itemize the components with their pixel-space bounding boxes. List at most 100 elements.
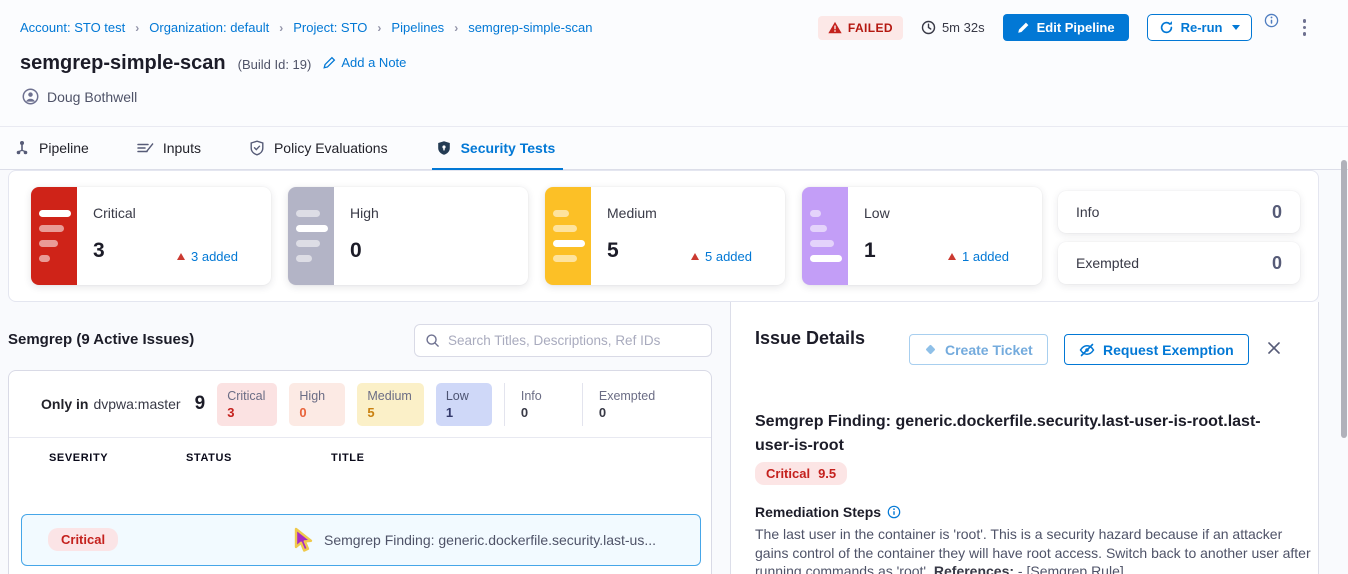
- author-name: Doug Bothwell: [47, 89, 137, 105]
- row-severity-badge: Critical: [48, 528, 118, 551]
- delta-up-triangle-icon: [948, 253, 956, 260]
- severity-card-medium[interactable]: Medium 5 5 added: [545, 187, 785, 285]
- chevron-down-icon: [1232, 25, 1240, 30]
- delta-label: 3 added: [191, 249, 238, 264]
- breadcrumb-chevron-icon: ›: [279, 21, 283, 35]
- inputs-icon: [137, 140, 154, 156]
- vertical-scrollbar[interactable]: [1341, 160, 1347, 438]
- security-shield-icon: [436, 140, 452, 156]
- tab-security-tests-label: Security Tests: [461, 140, 556, 156]
- scope-target: dvpwa:master: [93, 396, 180, 412]
- references-label: References:: [934, 563, 1014, 574]
- severity-card-label: Medium: [607, 205, 657, 221]
- high-severity-bars-icon: [288, 187, 334, 285]
- delta-up-triangle-icon: [177, 253, 185, 260]
- column-header-status: STATUS: [186, 452, 232, 464]
- column-header-title: TITLE: [331, 452, 365, 464]
- table-row[interactable]: Critical Semgrep Finding: generic.docker…: [21, 514, 701, 566]
- filter-chip-exempted[interactable]: Exempted 0: [582, 383, 667, 426]
- breadcrumb-chevron-icon: ›: [135, 21, 139, 35]
- more-options-kebab-icon[interactable]: [1297, 15, 1313, 40]
- tab-inputs-label: Inputs: [163, 140, 201, 156]
- diamond-icon: [924, 343, 937, 356]
- breadcrumb: Account: STO test › Organization: defaul…: [20, 20, 592, 35]
- pipeline-icon: [14, 140, 30, 156]
- breadcrumb-current-pipeline[interactable]: semgrep-simple-scan: [468, 20, 592, 35]
- tab-inputs[interactable]: Inputs: [137, 127, 201, 169]
- severity-score-badge: Critical 9.5: [755, 462, 847, 485]
- create-ticket-button[interactable]: Create Ticket: [909, 334, 1048, 365]
- chip-value: 0: [299, 405, 333, 420]
- info-icon[interactable]: [887, 505, 901, 519]
- issues-filter-row: Only in dvpwa:master 9 Critical 3 High 0…: [9, 371, 711, 437]
- rerun-button[interactable]: Re-run: [1147, 14, 1252, 41]
- filter-chip-info[interactable]: Info 0: [504, 383, 574, 426]
- delta-label: 1 added: [962, 249, 1009, 264]
- severity-card-low[interactable]: Low 1 1 added: [802, 187, 1042, 285]
- filter-chip-medium[interactable]: Medium 5: [357, 383, 423, 426]
- finding-title: Semgrep Finding: generic.dockerfile.secu…: [755, 410, 1287, 458]
- filter-chip-critical[interactable]: Critical 3: [217, 383, 277, 426]
- severity-card-delta: 5 added: [691, 249, 752, 264]
- stat-card-exempted[interactable]: Exempted 0: [1058, 242, 1300, 284]
- search-icon: [425, 333, 440, 348]
- breadcrumb-chevron-icon: ›: [454, 21, 458, 35]
- remediation-heading-label: Remediation Steps: [755, 504, 881, 520]
- delta-up-triangle-icon: [691, 253, 699, 260]
- breadcrumb-pipelines[interactable]: Pipelines: [391, 20, 444, 35]
- severity-card-critical[interactable]: Critical 3 3 added: [31, 187, 271, 285]
- breadcrumb-project[interactable]: Project: STO: [293, 20, 367, 35]
- tab-policy-evaluations-label: Policy Evaluations: [274, 140, 388, 156]
- tab-pipeline[interactable]: Pipeline: [14, 127, 89, 169]
- severity-card-value: 0: [350, 239, 362, 263]
- chip-label: Low: [446, 389, 480, 403]
- breadcrumb-organization[interactable]: Organization: default: [149, 20, 269, 35]
- tab-bar: Pipeline Inputs Policy Evaluations Secur…: [0, 126, 1348, 170]
- scope-prefix: Only in: [41, 396, 88, 412]
- issues-search[interactable]: [414, 324, 712, 357]
- search-input[interactable]: [448, 333, 701, 348]
- chip-label: Info: [521, 389, 562, 403]
- filter-chip-high[interactable]: High 0: [289, 383, 345, 426]
- rerun-label: Re-run: [1181, 20, 1223, 35]
- policy-shield-check-icon: [249, 140, 265, 156]
- severity-card-high[interactable]: High 0: [288, 187, 528, 285]
- severity-score-value: 9.5: [818, 466, 836, 481]
- add-note-label: Add a Note: [341, 55, 406, 70]
- stat-card-info[interactable]: Info 0: [1058, 191, 1300, 233]
- edit-pipeline-button[interactable]: Edit Pipeline: [1003, 14, 1129, 41]
- breadcrumb-chevron-icon: ›: [377, 21, 381, 35]
- page-header: Account: STO test › Organization: defaul…: [0, 0, 1348, 126]
- request-exemption-button[interactable]: Request Exemption: [1064, 334, 1249, 365]
- column-header-severity: SEVERITY: [49, 452, 108, 464]
- scope-total-count: 9: [195, 393, 206, 415]
- low-severity-bars-icon: [802, 187, 848, 285]
- edit-pipeline-label: Edit Pipeline: [1037, 20, 1115, 35]
- filter-chip-low[interactable]: Low 1: [436, 383, 492, 426]
- info-icon[interactable]: [1264, 13, 1279, 28]
- add-note-link[interactable]: Add a Note: [323, 55, 406, 70]
- issues-heading: Semgrep (9 Active Issues): [8, 331, 194, 348]
- tab-policy-evaluations[interactable]: Policy Evaluations: [249, 127, 388, 169]
- tab-security-tests[interactable]: Security Tests: [436, 127, 556, 169]
- severity-card-value: 5: [607, 239, 619, 263]
- references-value: - [Semgrep Rule]: [1014, 563, 1124, 574]
- status-badge: FAILED: [818, 16, 903, 40]
- duration-label: 5m 32s: [942, 20, 985, 35]
- severity-card-delta: 3 added: [177, 249, 238, 264]
- page-title: semgrep-simple-scan: [20, 52, 226, 75]
- close-icon[interactable]: [1267, 341, 1281, 355]
- issues-list-card: Only in dvpwa:master 9 Critical 3 High 0…: [8, 370, 712, 574]
- chip-value: 0: [521, 405, 562, 420]
- chip-value: 5: [367, 405, 411, 420]
- tab-pipeline-label: Pipeline: [39, 140, 89, 156]
- severity-card-label: High: [350, 205, 379, 221]
- duration: 5m 32s: [921, 20, 985, 35]
- remediation-text: The last user in the container is 'root'…: [755, 525, 1317, 574]
- pencil-icon: [1017, 21, 1030, 34]
- severity-card-label: Low: [864, 205, 890, 221]
- critical-severity-bars-icon: [31, 187, 77, 285]
- chip-label: Exempted: [599, 389, 655, 403]
- breadcrumb-account[interactable]: Account: STO test: [20, 20, 125, 35]
- remediation-heading: Remediation Steps: [755, 504, 901, 520]
